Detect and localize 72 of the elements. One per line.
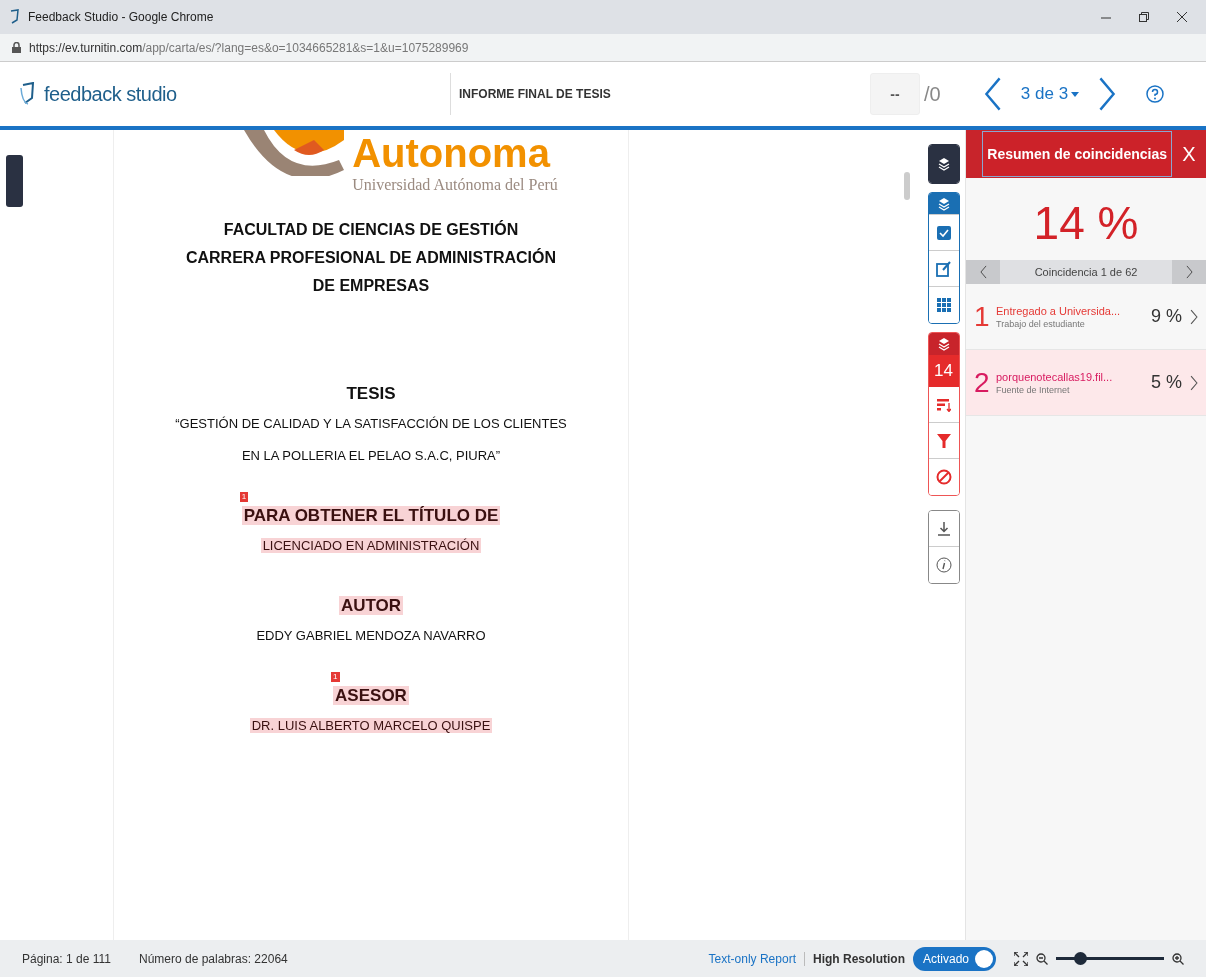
match-row[interactable]: 2 porquenotecallas19.fil... Fuente de Internet 5 % — [966, 350, 1206, 416]
match-percent: 5 % — [1150, 372, 1182, 393]
page-input[interactable]: -- — [870, 73, 920, 115]
chevron-left-icon — [984, 76, 1002, 112]
match-marker[interactable]: 1 — [239, 492, 249, 502]
layers-button[interactable] — [928, 145, 959, 183]
match-type: Trabajo del estudiante — [996, 318, 1085, 329]
chevron-right-icon — [1098, 76, 1116, 112]
close-button[interactable]: X — [1172, 141, 1206, 167]
checkbox-icon — [936, 225, 951, 240]
app-icon — [8, 9, 22, 25]
sort-icon — [936, 397, 951, 412]
download-button[interactable] — [928, 511, 959, 547]
match-type: Fuente de Internet — [996, 384, 1070, 395]
document-line: EDDY GABRIEL MENDOZA NAVARRO — [255, 628, 487, 643]
caret-icon — [1071, 91, 1080, 97]
chevron-right-icon — [1190, 308, 1198, 325]
grid-icon — [936, 298, 951, 312]
logo-text: feedback studio — [44, 82, 177, 106]
match-source: Entregado a Universida... — [996, 304, 1121, 317]
next-button[interactable] — [1098, 76, 1116, 112]
document-heading: PARA OBTENER EL TÍTULO DE — [241, 506, 501, 525]
document-heading: TESIS — [345, 384, 397, 403]
document-heading: AUTOR — [338, 596, 404, 615]
fullscreen-icon[interactable] — [1014, 951, 1028, 966]
match-counter: Coincidencia 1 de 62 — [1033, 265, 1139, 280]
zoom-thumb[interactable] — [1073, 952, 1087, 965]
url-text[interactable]: https://ev.turnitin.com/app/carta/es/?lang=es&o=1034665281&s=1&u=1075289969 — [29, 40, 469, 55]
window-title: Feedback Studio - Google Chrome — [28, 10, 214, 24]
chevron-right-icon — [1185, 265, 1193, 279]
filter-icon — [936, 433, 951, 448]
download-icon — [937, 521, 950, 536]
logo-subtitle: Universidad Autónoma del Perú — [352, 176, 558, 194]
zoom-in-icon[interactable] — [1172, 952, 1184, 965]
match-number: 2 — [974, 366, 988, 399]
grading-layer-button[interactable] — [928, 193, 959, 215]
word-count: Número de palabras: 22064 — [138, 951, 288, 966]
zoom-out-icon[interactable] — [1036, 952, 1048, 965]
prohibited-icon — [935, 469, 952, 485]
match-number: 1 — [974, 300, 988, 333]
info-icon — [935, 557, 952, 573]
layers-icon — [936, 337, 951, 351]
match-percent: 9 % — [1150, 306, 1182, 327]
help-icon[interactable] — [1146, 85, 1164, 103]
document-selector[interactable]: 3 de 3 — [1002, 83, 1098, 105]
text-only-report-link[interactable]: Text-only Report — [708, 951, 796, 966]
edit-icon — [935, 260, 952, 277]
similarity-percent: 14 % — [1032, 196, 1140, 251]
match-source: porquenotecallas19.fil... — [996, 370, 1113, 383]
previous-button[interactable] — [984, 76, 1002, 112]
resolution-label: High Resolution — [812, 951, 905, 966]
scrollbar-thumb[interactable] — [904, 172, 910, 200]
layers-icon — [936, 196, 951, 211]
similarity-layer-button[interactable] — [928, 333, 959, 355]
document-line: EN LA POLLERIA EL PELAO S.A.C, PIURA” — [240, 448, 502, 463]
match-count[interactable]: 14 — [928, 355, 959, 387]
page-total: /0 — [924, 82, 942, 106]
sidebar-handle[interactable] — [6, 155, 23, 207]
resolution-toggle[interactable]: Activado — [912, 946, 996, 971]
match-marker[interactable]: 1 — [331, 672, 340, 682]
document-line: “GESTIÓN DE CALIDAD Y LA SATISFACCIÓN DE LOS CLIENTES — [174, 416, 568, 431]
document-heading: ASESOR — [333, 686, 409, 705]
lock-icon — [12, 42, 21, 53]
panel-title: Resumen de coincidencias — [982, 131, 1172, 177]
chevron-left-icon — [979, 265, 987, 279]
document-heading: CARRERA PROFESIONAL DE ADMINISTRACIÓN — [184, 249, 558, 266]
page-count: Página: 1 de 111 — [22, 951, 111, 966]
document-heading: FACULTAD DE CIENCIAS DE GESTIÓN — [222, 221, 520, 238]
chevron-right-icon — [1190, 374, 1198, 391]
document-heading: DE EMPRESAS — [311, 277, 431, 294]
logo-name: Autonoma — [352, 130, 552, 176]
layers-icon — [936, 157, 951, 171]
